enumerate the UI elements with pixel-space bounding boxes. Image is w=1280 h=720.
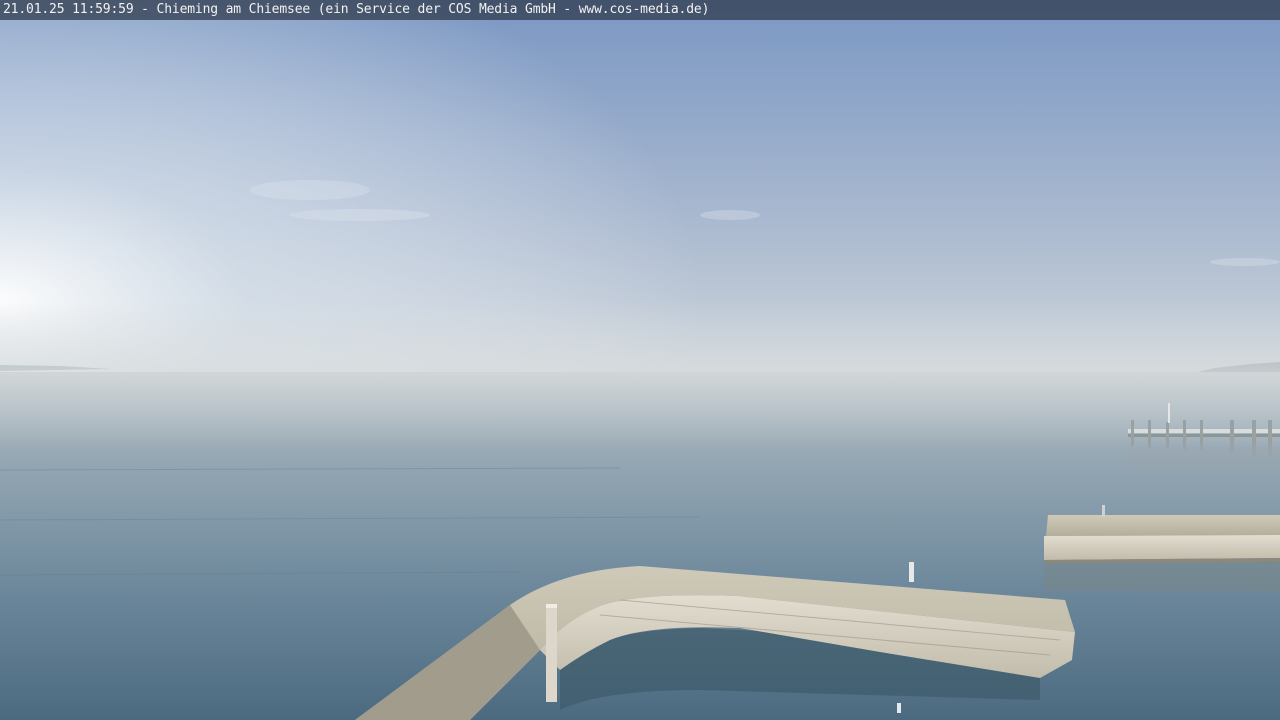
caption-text: 21.01.25 11:59:59 - Chieming am Chiemsee… xyxy=(3,2,710,17)
marker-post xyxy=(909,562,914,582)
mist-band xyxy=(0,300,1280,450)
webcam-lake-scene xyxy=(0,0,1280,720)
right-breakwater xyxy=(1044,505,1280,592)
webcam-caption-bar: 21.01.25 11:59:59 - Chieming am Chiemsee… xyxy=(0,0,1280,20)
bollard xyxy=(546,604,557,702)
